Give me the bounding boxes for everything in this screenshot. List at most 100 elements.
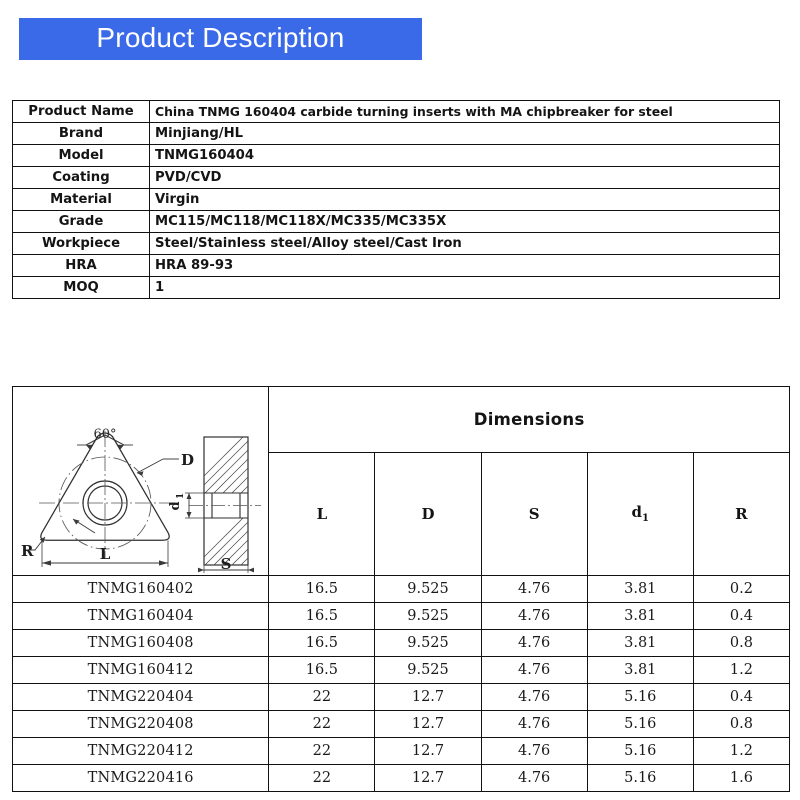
row-s-3: 4.76 [480, 656, 588, 684]
d-leader-line [136, 458, 164, 474]
dimensions-group-header: Dimensions [268, 386, 790, 453]
row-s-4: 4.76 [480, 683, 588, 711]
spec-label-model: Model [12, 144, 150, 167]
spec-label-material: Material [12, 188, 150, 211]
dimensions-table: 60° D L R d 1 S Dimensions L D S d 1 R TN… [11, 386, 791, 792]
table-row: TNMG160402 16.5 9.525 4.76 3.81 0.2 [11, 575, 791, 603]
table-row: TNMG160412 16.5 9.525 4.76 3.81 1.2 [11, 656, 791, 684]
row-r-2: 0.8 [692, 629, 791, 657]
column-header-d: D [374, 451, 482, 577]
row-r-1: 0.4 [692, 602, 791, 630]
spec-label-coating: Coating [12, 166, 150, 189]
d1-label-subscript: 1 [176, 493, 186, 499]
table-row: TNMG220416 22 12.7 4.76 5.16 1.6 [11, 764, 791, 792]
d1-arrowhead-bottom [186, 512, 192, 518]
row-d1-3: 3.81 [586, 656, 694, 684]
row-model-2: TNMG160408 [11, 629, 270, 657]
row-l-4: 22 [268, 683, 376, 711]
side-view-hatch-top [204, 437, 248, 493]
column-header-l: L [268, 451, 376, 577]
d-leader-arrowhead [137, 471, 144, 476]
table-row: Product Name China TNMG 160404 carbide t… [12, 100, 780, 123]
product-description-banner: Product Description [19, 18, 422, 60]
carbide-insert-technical-drawing: 60° D L R d 1 S [21, 427, 261, 573]
r-label: R [21, 542, 34, 560]
table-row: TNMG220412 22 12.7 4.76 5.16 1.2 [11, 737, 791, 765]
row-l-7: 22 [268, 764, 376, 792]
s-arrowhead-left [198, 567, 204, 573]
row-d1-6: 5.16 [586, 737, 694, 765]
s-label: S [221, 555, 232, 573]
row-l-6: 22 [268, 737, 376, 765]
d-label: D [181, 451, 194, 469]
column-header-r: R [692, 451, 791, 577]
row-model-4: TNMG220404 [11, 683, 270, 711]
row-model-3: TNMG160412 [11, 656, 270, 684]
row-s-2: 4.76 [480, 629, 588, 657]
spec-value-grade: MC115/MC118/MC118X/MC335/MC335X [149, 210, 780, 233]
row-d-1: 9.525 [374, 602, 482, 630]
row-model-6: TNMG220412 [11, 737, 270, 765]
insert-drawing-cell: 60° D L R d 1 S [11, 386, 270, 576]
row-r-4: 0.4 [692, 683, 791, 711]
row-d-5: 12.7 [374, 710, 482, 738]
row-s-7: 4.76 [480, 764, 588, 792]
table-row: TNMG160404 16.5 9.525 4.76 3.81 0.4 [11, 602, 791, 630]
spec-value-workpiece: Steel/Stainless steel/Alloy steel/Cast I… [149, 232, 780, 255]
row-d1-7: 5.16 [586, 764, 694, 792]
l-arrowhead-right [159, 560, 168, 566]
row-d-0: 9.525 [374, 575, 482, 603]
row-d-4: 12.7 [374, 683, 482, 711]
spec-label-product-name: Product Name [12, 100, 150, 123]
table-row: TNMG220404 22 12.7 4.76 5.16 0.4 [11, 683, 791, 711]
row-d1-2: 3.81 [586, 629, 694, 657]
row-s-6: 4.76 [480, 737, 588, 765]
spec-label-workpiece: Workpiece [12, 232, 150, 255]
row-d-6: 12.7 [374, 737, 482, 765]
row-d-7: 12.7 [374, 764, 482, 792]
table-row: Material Virgin [12, 188, 780, 211]
row-l-3: 16.5 [268, 656, 376, 684]
table-row: Coating PVD/CVD [12, 166, 780, 189]
row-r-5: 0.8 [692, 710, 791, 738]
dimensions-header-row: 60° D L R d 1 S Dimensions [11, 386, 790, 576]
product-spec-table: Product Name China TNMG 160404 carbide t… [12, 100, 780, 299]
row-d1-0: 3.81 [586, 575, 694, 603]
spec-table-body: Product Name China TNMG 160404 carbide t… [12, 100, 780, 299]
row-d-2: 9.525 [374, 629, 482, 657]
l-label: L [100, 545, 111, 563]
spec-value-material: Virgin [149, 188, 780, 211]
row-model-1: TNMG160404 [11, 602, 270, 630]
table-row: Workpiece Steel/Stainless steel/Alloy st… [12, 232, 780, 255]
row-model-0: TNMG160402 [11, 575, 270, 603]
row-l-2: 16.5 [268, 629, 376, 657]
row-d1-1: 3.81 [586, 602, 694, 630]
row-model-7: TNMG220416 [11, 764, 270, 792]
inscribed-leader-arrowhead [73, 519, 80, 525]
table-row: Model TNMG160404 [12, 144, 780, 167]
d1-label: d [168, 501, 183, 510]
row-r-7: 1.6 [692, 764, 791, 792]
spec-value-model: TNMG160404 [149, 144, 780, 167]
s-arrowhead-right [248, 567, 254, 573]
spec-value-brand: Minjiang/HL [149, 122, 780, 145]
row-d1-4: 5.16 [586, 683, 694, 711]
spec-value-moq: 1 [149, 276, 780, 299]
dimensions-table-body: 60° D L R d 1 S Dimensions L D S d 1 R TN… [11, 386, 791, 792]
row-model-5: TNMG220408 [11, 710, 270, 738]
table-row: MOQ 1 [12, 276, 780, 299]
angle-label: 60° [93, 427, 116, 442]
table-row: TNMG160408 16.5 9.525 4.76 3.81 0.8 [11, 629, 791, 657]
row-r-3: 1.2 [692, 656, 791, 684]
spec-label-brand: Brand [12, 122, 150, 145]
row-s-1: 4.76 [480, 602, 588, 630]
spec-label-hra: HRA [12, 254, 150, 277]
row-l-0: 16.5 [268, 575, 376, 603]
page-title: Product Description [96, 22, 345, 53]
row-s-0: 4.76 [480, 575, 588, 603]
spec-value-product-name: China TNMG 160404 carbide turning insert… [149, 100, 780, 123]
column-header-d1-base: d [631, 503, 643, 522]
row-d-3: 9.525 [374, 656, 482, 684]
spec-label-grade: Grade [12, 210, 150, 233]
row-r-6: 1.2 [692, 737, 791, 765]
